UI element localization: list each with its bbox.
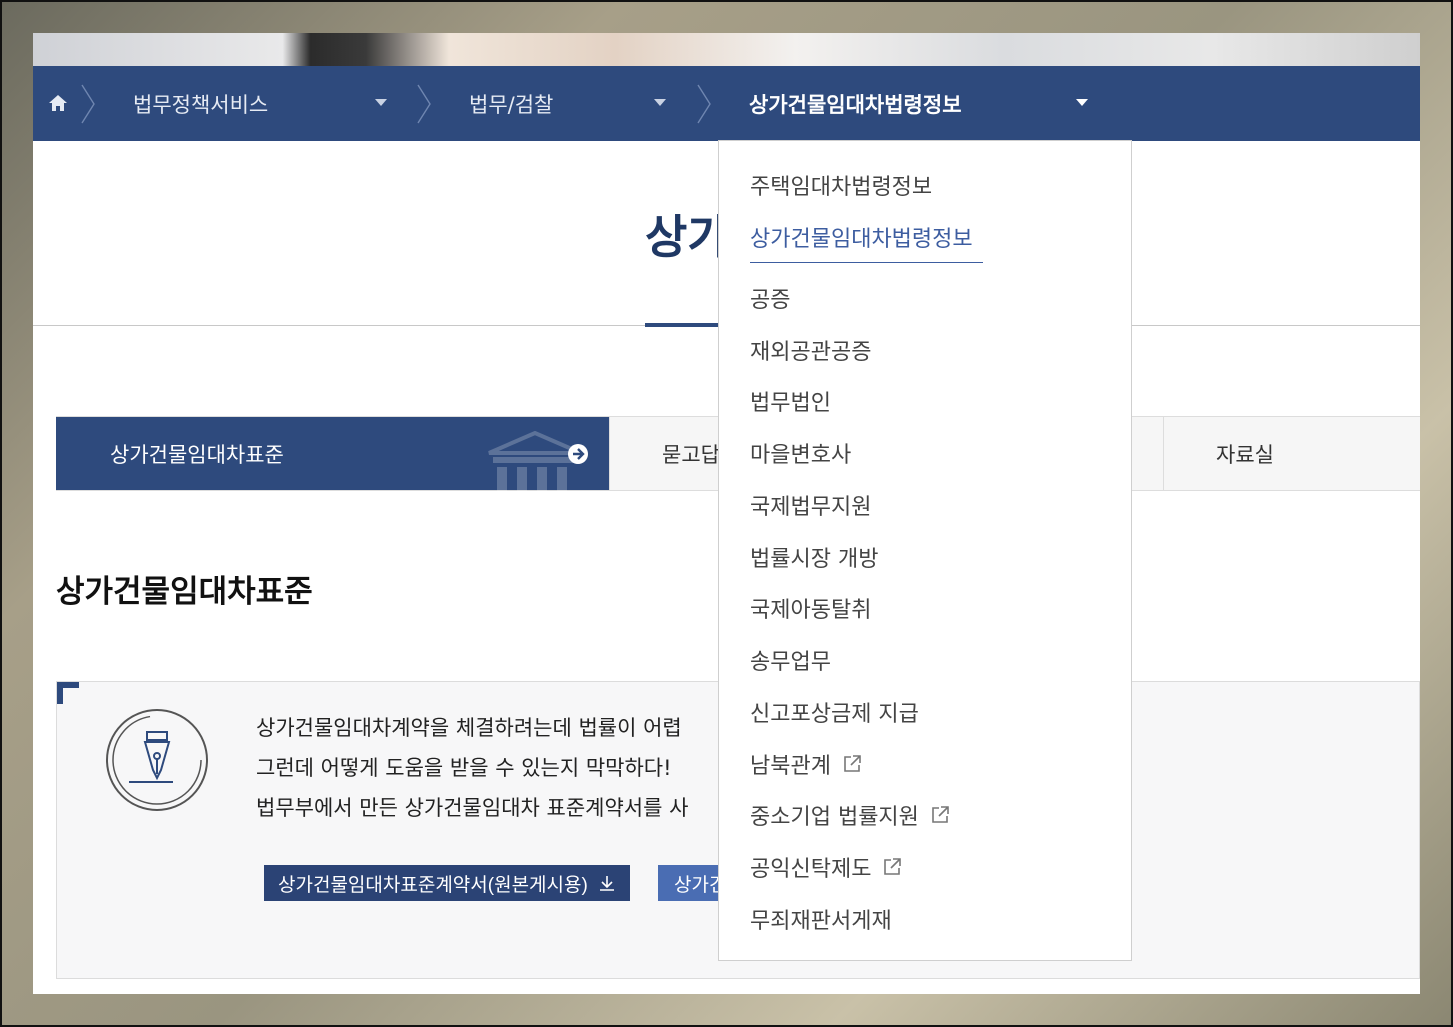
info-line: 상가건물임대차계약을 체결하려는데 법률이 어렵	[256, 716, 682, 740]
menu-item-label: 재외공관공증	[750, 340, 872, 365]
menu-item-label: 공증	[750, 288, 791, 313]
page-title: 상가	[645, 210, 730, 264]
menu-item[interactable]: 중소기업 법률지원	[750, 799, 951, 831]
second-download-button[interactable]: 상가건	[658, 865, 718, 901]
selected-underline	[750, 262, 983, 263]
download-standard-contract-button[interactable]: 상가건물임대차표준계약서(원본게시용)	[264, 865, 630, 901]
menu-item[interactable]: 법무법인	[750, 385, 831, 417]
menu-item-label: 송무업무	[750, 650, 831, 675]
breadcrumb-level3[interactable]: 상가건물임대차법령정보	[749, 66, 962, 141]
menu-item[interactable]: 국제법무지원	[750, 489, 871, 521]
menu-item-selected[interactable]: 상가건물임대차법령정보	[750, 221, 973, 253]
external-link-icon	[844, 755, 861, 772]
home-icon[interactable]	[47, 92, 69, 114]
section-title: 상가건물임대차표준	[56, 574, 313, 610]
menu-item-label: 법률시장 개방	[750, 547, 879, 572]
chevron-down-icon[interactable]	[654, 99, 666, 106]
hero-banner	[33, 33, 1420, 66]
info-line: 그런데 어떻게 도움을 받을 수 있는지 막막하다!	[256, 756, 672, 780]
menu-item-label: 신고포상금제 지급	[750, 702, 919, 727]
arrow-right-circle-icon	[568, 444, 588, 464]
fountain-pen-icon	[106, 709, 208, 811]
chevron-down-icon[interactable]	[375, 99, 387, 106]
tab-standard[interactable]: 상가건물임대차표준	[56, 417, 610, 491]
menu-item[interactable]: 재외공관공증	[750, 334, 871, 366]
menu-item-label: 공익신탁제도	[750, 857, 872, 882]
menu-item-label: 상가건물임대차법령정보	[750, 227, 973, 252]
tab-label: 자료실	[1216, 442, 1274, 467]
menu-item[interactable]: 주택임대차법령정보	[750, 169, 932, 201]
button-label: 상가건물임대차표준계약서(원본게시용)	[278, 874, 588, 896]
menu-item-label: 무죄재판서게재	[750, 909, 892, 934]
external-link-icon	[932, 806, 949, 823]
download-icon	[599, 876, 614, 891]
menu-item[interactable]: 공증	[750, 282, 790, 314]
info-line: 법무부에서 만든 상가건물임대차 표준계약서를 사	[256, 796, 689, 820]
menu-item[interactable]: 신고포상금제 지급	[750, 696, 919, 728]
corner-mark	[57, 682, 79, 704]
menu-item-label: 국제법무지원	[750, 495, 872, 520]
menu-item[interactable]: 송무업무	[750, 644, 831, 676]
menu-item-label: 중소기업 법률지원	[750, 805, 919, 830]
breadcrumb-level2[interactable]: 법무/검찰	[469, 66, 553, 141]
menu-item[interactable]: 법률시장 개방	[750, 541, 878, 573]
breadcrumb-navbar: 법무정책서비스 법무/검찰 상가건물임대차법령정보	[33, 66, 1420, 141]
web-page: 법무정책서비스 법무/검찰 상가건물임대차법령정보 상가 상가건물임대차표준 묻…	[33, 33, 1420, 994]
menu-item[interactable]: 남북관계	[750, 748, 863, 780]
menu-item[interactable]: 공익신탁제도	[750, 851, 903, 883]
menu-item-label: 국제아동탈취	[750, 598, 872, 623]
menu-item[interactable]: 마을변호사	[750, 437, 851, 469]
menu-item[interactable]: 무죄재판서게재	[750, 903, 892, 935]
breadcrumb-separator-icon	[417, 84, 431, 124]
tab-archive[interactable]: 자료실	[1163, 417, 1420, 490]
menu-item-label: 주택임대차법령정보	[750, 175, 933, 200]
tab-label: 묻고답	[662, 442, 720, 467]
button-label: 상가건	[674, 874, 718, 896]
info-text: 상가건물임대차계약을 체결하려는데 법률이 어렵 그런데 어떻게 도움을 받을 …	[256, 708, 688, 828]
menu-item-label: 법무법인	[750, 391, 831, 416]
menu-item-label: 남북관계	[750, 754, 831, 779]
chevron-down-icon[interactable]	[1076, 99, 1088, 106]
breadcrumb-separator-icon	[697, 84, 711, 124]
menu-item-label: 마을변호사	[750, 443, 852, 468]
external-link-icon	[884, 858, 902, 875]
tab-label: 상가건물임대차표준	[110, 442, 284, 467]
breadcrumb-separator-icon	[81, 84, 95, 124]
menu-item[interactable]: 국제아동탈취	[750, 592, 871, 624]
breadcrumb-level1[interactable]: 법무정책서비스	[133, 66, 268, 141]
breadcrumb-dropdown-menu: 주택임대차법령정보 상가건물임대차법령정보 공증 재외공관공증 법무법인 마을변…	[718, 140, 1132, 961]
